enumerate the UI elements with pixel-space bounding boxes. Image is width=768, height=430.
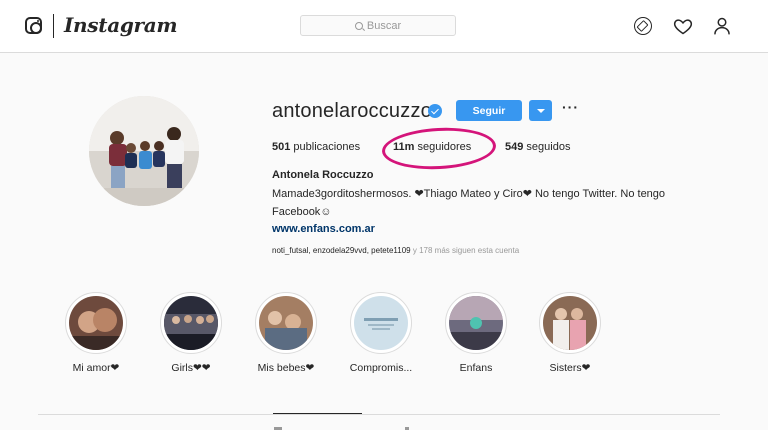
instagram-wordmark[interactable]: Instagram <box>64 13 178 37</box>
tab-posts-active-indicator <box>273 413 362 414</box>
highlight-cover <box>354 296 408 350</box>
verified-badge-icon <box>428 104 442 118</box>
profile-full-name: Antonela Roccuzzo <box>272 169 374 181</box>
search-icon <box>354 21 363 30</box>
highlight-mis-bebes[interactable]: Mis bebes❤ <box>246 292 326 374</box>
highlight-label: Mi amor❤ <box>72 362 120 374</box>
highlight-label: Girls❤❤ <box>171 362 211 374</box>
instagram-logo-icon[interactable] <box>25 17 42 34</box>
profile-bio: Mamade3gorditoshermosos. ❤Thiago Mateo y… <box>272 186 712 221</box>
highlight-label: Mis bebes❤ <box>257 362 315 374</box>
chevron-down-icon <box>536 108 545 113</box>
highlight-ring <box>539 292 601 354</box>
following-count-label: seguidos <box>526 141 571 153</box>
followed-by-names: noti_futsal, enzodela29vvd, petete1109 <box>272 246 411 255</box>
highlight-ring <box>445 292 507 354</box>
highlight-girls[interactable]: Girls❤❤ <box>151 292 231 374</box>
profile-website-link[interactable]: www.enfans.com.ar <box>272 223 375 235</box>
follow-button[interactable]: Seguir <box>456 100 522 121</box>
highlight-label: Compromis... <box>349 362 413 374</box>
avatar-photo <box>89 96 199 206</box>
highlight-ring <box>255 292 317 354</box>
tabs-divider <box>38 414 720 415</box>
bio-line-1: Mamade3gorditoshermosos. ❤Thiago Mateo y… <box>272 188 666 200</box>
highlight-cover <box>543 296 597 350</box>
more-options-icon[interactable]: ··· <box>562 99 579 115</box>
highlight-cover <box>449 296 503 350</box>
highlight-enfans[interactable]: Enfans <box>436 292 516 374</box>
user-icon[interactable] <box>712 16 732 36</box>
heart-icon[interactable] <box>673 16 693 36</box>
highlight-label: Sisters❤ <box>549 362 591 374</box>
posts-count: 501 publicaciones <box>272 141 360 153</box>
highlight-ring <box>160 292 222 354</box>
posts-count-value: 501 <box>272 141 291 153</box>
following-count[interactable]: 549 seguidos <box>505 141 570 153</box>
highlight-cover <box>259 296 313 350</box>
followed-by[interactable]: noti_futsal, enzodela29vvd, petete1109 y… <box>272 246 519 255</box>
highlight-sisters[interactable]: Sisters❤ <box>530 292 610 374</box>
search-input[interactable]: Buscar <box>300 15 456 36</box>
highlight-label: Enfans <box>459 362 493 374</box>
compass-icon[interactable] <box>634 17 652 35</box>
followed-by-rest: y 178 más siguen esta cuenta <box>412 246 520 255</box>
highlight-cover <box>69 296 123 350</box>
bio-line-2: Facebook☺ <box>272 205 332 218</box>
profile-avatar[interactable] <box>89 96 199 206</box>
highlight-cover <box>164 296 218 350</box>
following-count-value: 549 <box>505 141 524 153</box>
highlight-ring <box>350 292 412 354</box>
highlight-compromiso[interactable]: Compromis... <box>341 292 421 374</box>
top-nav: Instagram Buscar <box>0 0 768 53</box>
annotation-circle <box>381 125 497 172</box>
logo-divider <box>53 14 54 38</box>
suggestions-dropdown-button[interactable] <box>529 100 552 121</box>
highlight-mi-amor[interactable]: Mi amor❤ <box>56 292 136 374</box>
posts-count-label: publicaciones <box>293 141 361 153</box>
profile-username: antonelaroccuzzo <box>272 100 432 122</box>
highlight-ring <box>65 292 127 354</box>
search-placeholder: Buscar <box>366 19 402 32</box>
